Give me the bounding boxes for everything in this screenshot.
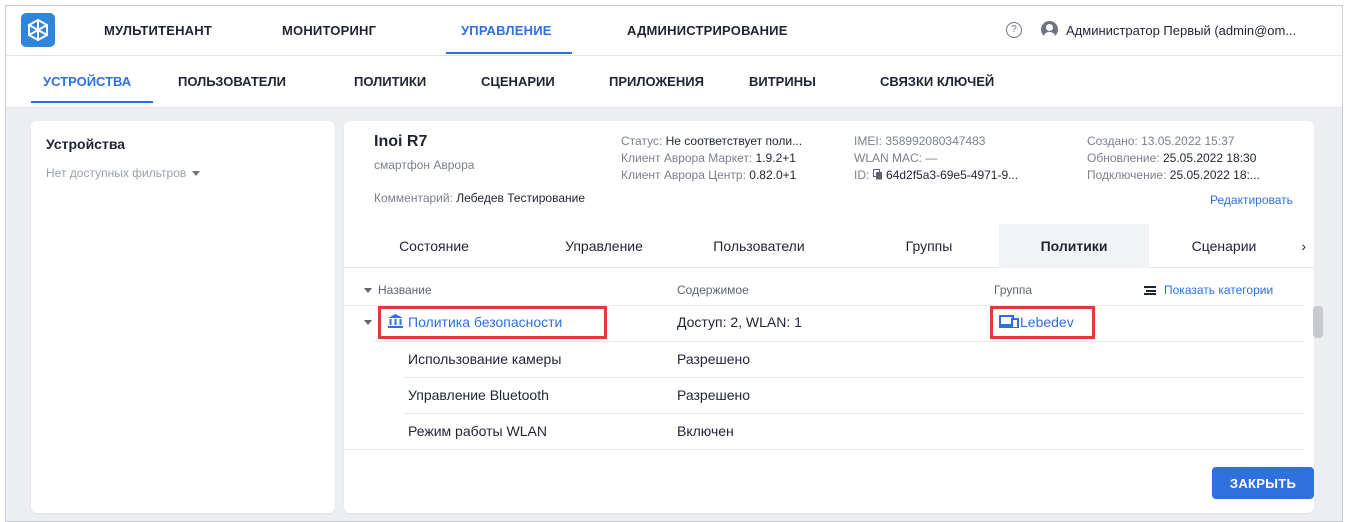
sort-caret-icon — [364, 288, 372, 294]
status-label: Статус: — [621, 134, 663, 148]
column-header-group[interactable]: Группа — [994, 283, 1032, 297]
list-icon — [1144, 286, 1156, 296]
tab-users[interactable]: Пользователи — [674, 224, 844, 268]
comment-value: Лебедев Тестирование — [456, 191, 586, 205]
row-divider — [404, 377, 1304, 378]
devices-group-icon — [999, 315, 1019, 329]
sub-nav-users[interactable]: ПОЛЬЗОВАТЕЛИ — [178, 74, 286, 89]
sub-nav-scenarios[interactable]: СЦЕНАРИИ — [481, 74, 555, 89]
comment-label: Комментарий: — [374, 191, 453, 205]
device-meta-client: Статус: Не соответствует поли... Клиент … — [621, 133, 802, 184]
left-panel-title: Устройства — [46, 136, 126, 152]
expand-caret-icon[interactable] — [364, 320, 372, 325]
updated-value: 25.05.2022 18:30 — [1162, 151, 1257, 165]
column-header-content[interactable]: Содержимое — [677, 283, 749, 297]
sub-nav-policies[interactable]: ПОЛИТИКИ — [354, 74, 426, 89]
sub-nav-applications[interactable]: ПРИЛОЖЕНИЯ — [609, 74, 704, 89]
filter-dropdown[interactable]: Нет доступных фильтров — [46, 166, 201, 180]
edit-link[interactable]: Редактировать — [1210, 193, 1293, 207]
imei-value: 358992080347483 — [885, 134, 986, 148]
group-name: Lebedev — [1020, 314, 1074, 330]
sub-nav-active-indicator — [31, 101, 153, 103]
copy-icon[interactable] — [872, 169, 883, 180]
device-tabs: Состояние Управление Пользователи Группы… — [344, 224, 1314, 268]
logo[interactable] — [21, 13, 55, 47]
connected-value: 25.05.2022 18:... — [1169, 168, 1260, 182]
market-label: Клиент Аврора Маркет: — [621, 151, 753, 165]
devices-filter-panel: Устройства Нет доступных фильтров — [31, 121, 335, 513]
logo-icon — [28, 18, 48, 42]
row-divider — [374, 341, 1304, 342]
device-type: смартфон Аврора — [374, 158, 475, 172]
filter-dropdown-label: Нет доступных фильтров — [46, 166, 187, 180]
sub-nav-storefronts[interactable]: ВИТРИНЫ — [749, 74, 816, 89]
sub-nav-devices[interactable]: УСТРОЙСТВА — [43, 74, 131, 89]
created-label: Создано: — [1087, 134, 1138, 148]
tab-scenarios[interactable]: Сценарии — [1149, 224, 1299, 268]
device-details-panel: Inoi R7 смартфон Аврора Комментарий: Леб… — [344, 121, 1314, 513]
table-scrollbar[interactable] — [1313, 306, 1323, 338]
tab-policies[interactable]: Политики — [999, 224, 1149, 268]
top-nav-active-indicator — [446, 52, 572, 54]
imei-label: IMEI: — [854, 134, 883, 148]
updated-label: Обновление: — [1087, 151, 1160, 165]
market-value: 1.9.2+1 — [755, 151, 796, 165]
tab-management[interactable]: Управление — [534, 224, 674, 268]
row-divider — [344, 449, 1304, 450]
sub-nav-keychains[interactable]: СВЯЗКИ КЛЮЧЕЙ — [880, 74, 994, 89]
policy-content: Доступ: 2, WLAN: 1 — [677, 314, 802, 330]
device-meta-ids: IMEI: 358992080347483 WLAN MAC: — ID: 64… — [854, 133, 1018, 184]
top-nav-administration[interactable]: АДМИНИСТРИРОВАНИЕ — [627, 23, 788, 38]
rule-name: Управление Bluetooth — [408, 387, 549, 403]
row-divider — [404, 413, 1304, 414]
created-value: 13.05.2022 15:37 — [1141, 134, 1235, 148]
show-categories-button[interactable]: Показать категории — [1144, 283, 1273, 297]
policy-bank-icon — [388, 314, 403, 328]
close-button[interactable]: ЗАКРЫТЬ — [1212, 467, 1314, 499]
tab-groups[interactable]: Группы — [854, 224, 1004, 268]
show-categories-label: Показать категории — [1164, 283, 1274, 297]
wlan-label: WLAN MAC: — [854, 151, 923, 165]
id-value: 64d2f5a3-69e5-4971-9... — [886, 168, 1019, 182]
center-label: Клиент Аврора Центр: — [621, 168, 746, 182]
policy-link[interactable]: Политика безопасности — [388, 314, 562, 330]
status-value: Не соответствует поли... — [665, 134, 803, 148]
id-label: ID: — [854, 168, 870, 182]
sub-nav: УСТРОЙСТВА ПОЛЬЗОВАТЕЛИ ПОЛИТИКИ СЦЕНАРИ… — [6, 56, 1342, 108]
group-link[interactable]: Lebedev — [999, 314, 1074, 330]
tab-state[interactable]: Состояние — [374, 224, 494, 268]
help-icon[interactable]: ? — [1006, 22, 1022, 38]
user-name[interactable]: Администратор Первый (admin@om... — [1066, 23, 1296, 38]
top-nav-multitenant[interactable]: МУЛЬТИТЕНАНТ — [104, 23, 212, 38]
rule-value: Включен — [677, 423, 734, 439]
device-name: Inoi R7 — [374, 133, 428, 150]
device-meta-dates: Создано: 13.05.2022 15:37 Обновление: 25… — [1087, 133, 1260, 184]
center-value: 0.82.0+1 — [749, 168, 797, 182]
rule-name: Использование камеры — [408, 351, 562, 367]
app-window: МУЛЬТИТЕНАНТ МОНИТОРИНГ УПРАВЛЕНИЕ АДМИН… — [5, 5, 1343, 522]
column-header-name-label: Название — [378, 283, 432, 297]
policy-name: Политика безопасности — [408, 314, 563, 330]
connected-label: Подключение: — [1087, 168, 1167, 182]
device-comment: Комментарий: Лебедев Тестирование — [374, 191, 585, 205]
top-nav-management[interactable]: УПРАВЛЕНИЕ — [461, 23, 552, 38]
wlan-value: — — [925, 151, 938, 165]
chevron-right-icon[interactable]: › — [1301, 238, 1306, 254]
rule-value: Разрешено — [677, 351, 751, 367]
rule-value: Разрешено — [677, 387, 751, 403]
rule-name: Режим работы WLAN — [408, 423, 547, 439]
top-bar: МУЛЬТИТЕНАНТ МОНИТОРИНГ УПРАВЛЕНИЕ АДМИН… — [6, 6, 1342, 56]
column-header-name[interactable]: Название — [364, 283, 432, 297]
top-nav-monitoring[interactable]: МОНИТОРИНГ — [282, 23, 376, 38]
chevron-down-icon — [192, 171, 201, 177]
user-avatar-icon[interactable] — [1041, 21, 1058, 38]
